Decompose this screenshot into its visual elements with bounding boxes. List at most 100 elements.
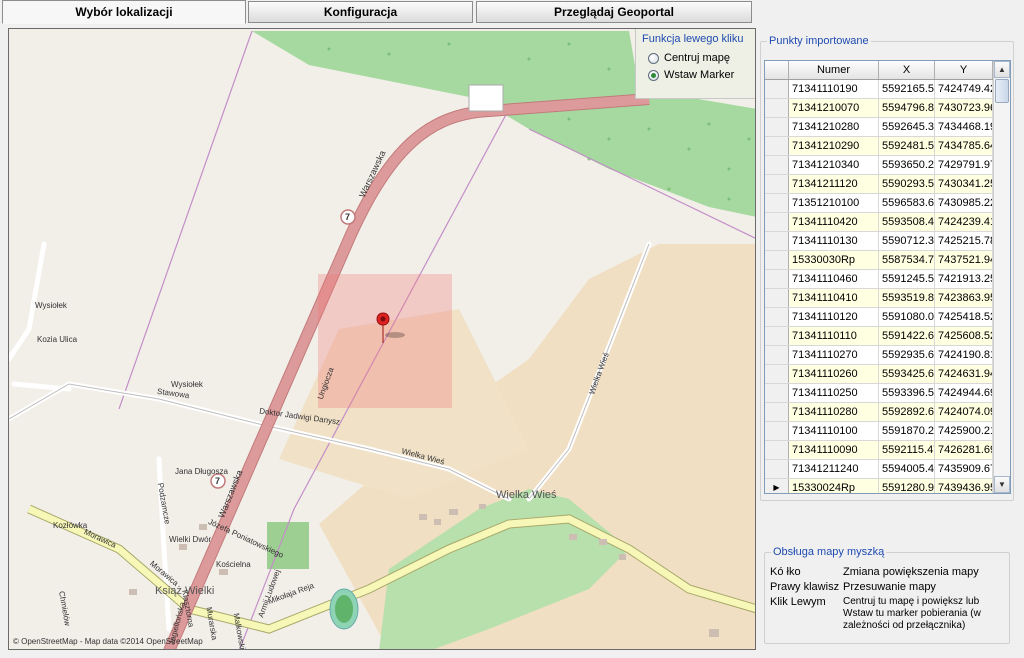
grid-header-numer[interactable]: Numer — [789, 61, 879, 79]
cell-x[interactable]: 5592115.47 — [879, 441, 935, 459]
cell-y[interactable]: 7430723.96 — [935, 99, 993, 117]
cell-y[interactable]: 7430985.22 — [935, 194, 993, 212]
cell-numer[interactable]: 71341110090 — [789, 441, 879, 459]
table-row[interactable]: ▶ 15330024Rp 5591280.98 7439436.95 — [765, 479, 1010, 493]
cell-numer[interactable]: 71341110120 — [789, 308, 879, 326]
cell-x[interactable]: 5594796.89 — [879, 99, 935, 117]
cell-y[interactable]: 7423863.95 — [935, 289, 993, 307]
row-header[interactable] — [765, 403, 789, 421]
row-header[interactable] — [765, 270, 789, 288]
cell-y[interactable]: 7435909.67 — [935, 460, 993, 478]
cell-numer[interactable]: 71341211120 — [789, 175, 879, 193]
table-row[interactable]: 71341210290 5592481.56 7434785.64 — [765, 137, 1010, 156]
cell-numer[interactable]: 71341110420 — [789, 213, 879, 231]
cell-y[interactable]: 7424631.94 — [935, 365, 993, 383]
cell-x[interactable]: 5593425.65 — [879, 365, 935, 383]
points-grid[interactable]: Numer X Y 71341110190 5592165.58 7424749.4… — [764, 60, 1011, 494]
cell-x[interactable]: 5593508.47 — [879, 213, 935, 231]
cell-y[interactable]: 7421913.25 — [935, 270, 993, 288]
cell-x[interactable]: 5593396.52 — [879, 384, 935, 402]
cell-numer[interactable]: 15330024Rp — [789, 479, 879, 493]
row-header[interactable] — [765, 441, 789, 459]
cell-numer[interactable]: 71341210340 — [789, 156, 879, 174]
table-row[interactable]: 71341110270 5592935.65 7424190.81 — [765, 346, 1010, 365]
cell-x[interactable]: 5587534.76 — [879, 251, 935, 269]
cell-y[interactable]: 7425900.21 — [935, 422, 993, 440]
radio-wstaw-marker[interactable]: Wstaw Marker — [648, 69, 749, 81]
row-header[interactable] — [765, 213, 789, 231]
cell-x[interactable]: 5592935.65 — [879, 346, 935, 364]
cell-numer[interactable]: 71341110270 — [789, 346, 879, 364]
table-row[interactable]: 71341110420 5593508.47 7424239.41 — [765, 213, 1010, 232]
grid-header-y[interactable]: Y — [935, 61, 993, 79]
row-header[interactable] — [765, 460, 789, 478]
cell-x[interactable]: 5591245.56 — [879, 270, 935, 288]
cell-y[interactable]: 7424074.09 — [935, 403, 993, 421]
tab-przegladaj-geoportal[interactable]: Przeglądaj Geoportal — [476, 1, 752, 23]
row-header[interactable] — [765, 194, 789, 212]
cell-numer[interactable]: 71351210100 — [789, 194, 879, 212]
cell-numer[interactable]: 71341110250 — [789, 384, 879, 402]
table-row[interactable]: 71341210340 5593650.29 7429791.97 — [765, 156, 1010, 175]
row-header[interactable] — [765, 422, 789, 440]
grid-header-x[interactable]: X — [879, 61, 935, 79]
cell-numer[interactable]: 71341110280 — [789, 403, 879, 421]
cell-y[interactable]: 7425215.78 — [935, 232, 993, 250]
scroll-up-icon[interactable]: ▲ — [994, 61, 1010, 78]
cell-x[interactable]: 5592892.64 — [879, 403, 935, 421]
cell-x[interactable]: 5590293.57 — [879, 175, 935, 193]
table-row[interactable]: 71341110260 5593425.65 7424631.94 — [765, 365, 1010, 384]
radio-unchecked-icon[interactable] — [648, 52, 659, 64]
cell-numer[interactable]: 71341110110 — [789, 327, 879, 345]
cell-x[interactable]: 5592165.58 — [879, 80, 935, 98]
table-row[interactable]: 71341211120 5590293.57 7430341.25 — [765, 175, 1010, 194]
cell-y[interactable]: 7424749.42 — [935, 80, 993, 98]
tab-konfiguracja[interactable]: Konfiguracja — [248, 1, 473, 23]
table-row[interactable]: 71341110090 5592115.47 7426281.69 — [765, 441, 1010, 460]
cell-numer[interactable]: 71341110260 — [789, 365, 879, 383]
cell-numer[interactable]: 71341110100 — [789, 422, 879, 440]
row-header[interactable] — [765, 251, 789, 269]
cell-numer[interactable]: 71341110130 — [789, 232, 879, 250]
scroll-thumb[interactable] — [995, 79, 1009, 103]
cell-y[interactable]: 7424239.41 — [935, 213, 993, 231]
cell-y[interactable]: 7424190.81 — [935, 346, 993, 364]
table-row[interactable]: 71341110250 5593396.52 7424944.69 — [765, 384, 1010, 403]
row-header[interactable] — [765, 365, 789, 383]
table-row[interactable]: 71341110100 5591870.21 7425900.21 — [765, 422, 1010, 441]
cell-y[interactable]: 7434468.19 — [935, 118, 993, 136]
table-row[interactable]: 71351210100 5596583.69 7430985.22 — [765, 194, 1010, 213]
cell-x[interactable]: 5592481.56 — [879, 137, 935, 155]
table-row[interactable]: 15330030Rp 5587534.76 7437521.94 — [765, 251, 1010, 270]
row-header[interactable] — [765, 118, 789, 136]
radio-centruj-mape[interactable]: Centruj mapę — [648, 52, 749, 64]
table-row[interactable]: 71341210070 5594796.89 7430723.96 — [765, 99, 1010, 118]
cell-x[interactable]: 5592645.30 — [879, 118, 935, 136]
row-header[interactable] — [765, 346, 789, 364]
row-header[interactable] — [765, 137, 789, 155]
table-row[interactable]: 71341110130 5590712.36 7425215.78 — [765, 232, 1010, 251]
cell-x[interactable]: 5593519.80 — [879, 289, 935, 307]
current-row-arrow-icon[interactable]: ▶ — [765, 479, 789, 493]
cell-y[interactable]: 7424944.69 — [935, 384, 993, 402]
cell-x[interactable]: 5591280.98 — [879, 479, 935, 493]
table-row[interactable]: 71341110190 5592165.58 7424749.42 — [765, 80, 1010, 99]
cell-numer[interactable]: 71341110190 — [789, 80, 879, 98]
tab-wybor-lokalizacji[interactable]: Wybór lokalizacji — [2, 0, 246, 24]
table-row[interactable]: 71341110410 5593519.80 7423863.95 — [765, 289, 1010, 308]
row-header[interactable] — [765, 289, 789, 307]
scroll-down-icon[interactable]: ▼ — [994, 476, 1010, 493]
table-row[interactable]: 71341110110 5591422.60 7425608.52 — [765, 327, 1010, 346]
cell-numer[interactable]: 71341210280 — [789, 118, 879, 136]
cell-y[interactable]: 7426281.69 — [935, 441, 993, 459]
row-header[interactable] — [765, 232, 789, 250]
cell-x[interactable]: 5591422.60 — [879, 327, 935, 345]
table-row[interactable]: 71341110460 5591245.56 7421913.25 — [765, 270, 1010, 289]
map-canvas[interactable] — [9, 29, 756, 650]
cell-numer[interactable]: 71341210070 — [789, 99, 879, 117]
table-row[interactable]: 71341210280 5592645.30 7434468.19 — [765, 118, 1010, 137]
row-header[interactable] — [765, 99, 789, 117]
cell-numer[interactable]: 71341110460 — [789, 270, 879, 288]
row-header[interactable] — [765, 80, 789, 98]
table-row[interactable]: 71341211240 5594005.43 7435909.67 — [765, 460, 1010, 479]
